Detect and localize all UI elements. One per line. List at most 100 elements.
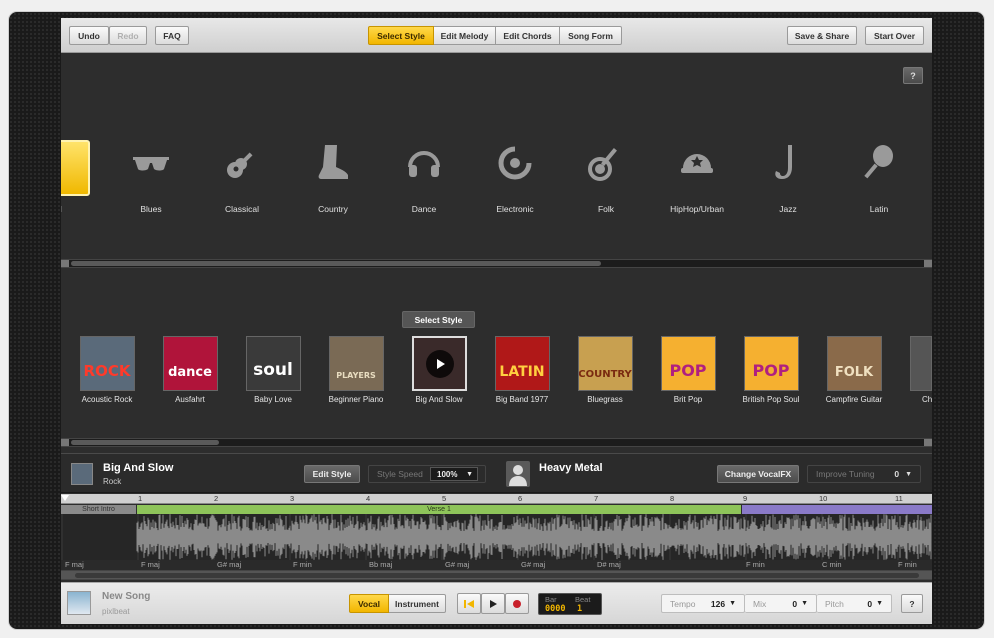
style-big-and-slow[interactable]: Big And Slow: [398, 336, 480, 404]
genre-selected-all[interactable]: [61, 140, 90, 196]
help-bottom-button[interactable]: ?: [901, 594, 923, 613]
genre-blues[interactable]: Blues: [111, 138, 191, 214]
style-beginner-piano[interactable]: PLAYERS Beginner Piano: [315, 336, 397, 404]
bar-number: 8: [670, 494, 675, 503]
genre-hiphop-urban[interactable]: HipHop/Urban: [657, 138, 737, 214]
play-button[interactable]: [481, 593, 505, 614]
current-style-thumbnail: [71, 463, 93, 485]
pitch-value: 0: [867, 598, 873, 609]
style-artwork: PLAYERS: [328, 336, 384, 391]
bar-number: 3: [290, 494, 295, 503]
tab-song-form[interactable]: Song Form: [560, 26, 622, 45]
style-british-pop-soul[interactable]: POP British Pop Soul: [730, 336, 812, 404]
rewind-button[interactable]: [457, 593, 481, 614]
song-sections: Short Intro Verse 1: [61, 505, 932, 514]
bar-number: 6: [518, 494, 523, 503]
scroll-left-arrow[interactable]: [61, 260, 69, 267]
scroll-right-arrow[interactable]: [924, 439, 932, 446]
style-label: Big And Slow: [415, 395, 463, 404]
style-big-band-1977[interactable]: LATIN Big Band 1977: [481, 336, 563, 404]
mix-field[interactable]: Mix 0 ▼: [745, 594, 817, 613]
style-bluegrass[interactable]: COUNTRY Bluegrass: [564, 336, 646, 404]
faq-button[interactable]: FAQ: [155, 26, 189, 45]
start-over-button[interactable]: Start Over: [865, 26, 924, 45]
chord-label: G# maj: [521, 560, 546, 569]
bar-number: 5: [442, 494, 447, 503]
style-ausfahrt[interactable]: dance Ausfahrt: [149, 336, 231, 404]
instrument-toggle[interactable]: Instrument: [389, 594, 446, 613]
tempo-field[interactable]: Tempo 126 ▼: [661, 594, 745, 613]
timeline-scrollbar[interactable]: [61, 570, 932, 580]
section-short-intro[interactable]: Short Intro: [61, 505, 136, 514]
scrollbar-thumb[interactable]: [75, 573, 919, 578]
style-scrollbar[interactable]: [61, 438, 932, 447]
genre-electronic[interactable]: Electronic: [475, 138, 555, 214]
style-label: Bluegrass: [587, 395, 623, 404]
scrollbar-thumb[interactable]: [71, 261, 601, 266]
style-label: Acoustic Rock: [81, 395, 133, 404]
style-brit-pop[interactable]: POP Brit Pop: [647, 336, 729, 404]
style-artwork: POP: [660, 336, 716, 391]
vocal-toggle[interactable]: Vocal: [349, 594, 389, 613]
tab-select-style[interactable]: Select Style: [368, 26, 434, 45]
maraca-icon: [839, 138, 919, 188]
style-label: Ch: [922, 395, 932, 404]
chord-track[interactable]: F maj F maj G# maj F min Bb maj G# maj G…: [61, 560, 932, 570]
help-button[interactable]: ?: [903, 67, 923, 84]
style-partial[interactable]: Ch: [896, 336, 932, 404]
tempo-value: 126: [710, 598, 726, 609]
improve-tuning-control[interactable]: Improve Tuning 0 ▼: [807, 465, 921, 483]
chord-label: F min: [898, 560, 917, 569]
save-share-button[interactable]: Save & Share: [787, 26, 857, 45]
current-style-bar: Big And Slow Rock Edit Style Style Speed…: [61, 453, 932, 493]
change-vocalfx-button[interactable]: Change VocalFX: [717, 465, 799, 483]
style-acoustic-rock[interactable]: ROCK Acoustic Rock: [66, 336, 148, 404]
vocal-waveform[interactable]: [61, 514, 932, 560]
select-style-tooltip[interactable]: Select Style: [402, 311, 475, 328]
scrollbar-thumb[interactable]: [71, 440, 219, 445]
timeline-ruler[interactable]: 1 2 3 4 5 6 7 8 9 10 11: [61, 494, 932, 504]
scroll-left-arrow[interactable]: [61, 439, 69, 446]
song-title[interactable]: New Song: [102, 591, 150, 602]
genre-latin[interactable]: Latin: [839, 138, 919, 214]
genre-country[interactable]: Country: [293, 138, 373, 214]
bar-label: Bar: [545, 595, 557, 604]
record-button[interactable]: [505, 593, 529, 614]
genre-folk[interactable]: Folk: [566, 138, 646, 214]
section-next[interactable]: [742, 505, 932, 514]
edit-style-button[interactable]: Edit Style: [304, 465, 360, 483]
redo-button[interactable]: Redo: [109, 26, 147, 45]
genre-classical[interactable]: Classical: [202, 138, 282, 214]
play-preview-icon[interactable]: [425, 350, 454, 378]
vinyl-icon: [475, 138, 555, 188]
style-baby-love[interactable]: soul Baby Love: [232, 336, 314, 404]
genre-label: Blues: [140, 204, 162, 214]
style-label: Big Band 1977: [495, 395, 549, 404]
playhead-marker[interactable]: [61, 495, 69, 501]
genre-scrollbar[interactable]: [61, 259, 932, 268]
rewind-icon: [464, 599, 474, 608]
section-verse-1[interactable]: Verse 1: [137, 505, 741, 514]
tab-edit-melody[interactable]: Edit Melody: [434, 26, 496, 45]
genre-dance[interactable]: Dance: [384, 138, 464, 214]
song-author: pixlbeat: [102, 607, 130, 616]
style-artwork: ROCK: [79, 336, 135, 391]
pitch-field[interactable]: Pitch 0 ▼: [817, 594, 892, 613]
style-speed-label: Style Speed: [377, 469, 423, 479]
chord-label: C min: [822, 560, 842, 569]
undo-button[interactable]: Undo: [69, 26, 109, 45]
genre-label-all: ll: [61, 204, 62, 214]
chord-label: D# maj: [597, 560, 621, 569]
style-artwork: FOLK: [826, 336, 882, 391]
chevron-down-icon: ▼: [905, 470, 912, 478]
style-label: Beginner Piano: [328, 395, 384, 404]
genre-jazz[interactable]: Jazz: [748, 138, 828, 214]
scroll-right-arrow[interactable]: [924, 260, 932, 267]
style-speed-select[interactable]: 100% ▼: [430, 467, 478, 481]
bar-number: 11: [895, 494, 903, 503]
tab-edit-chords[interactable]: Edit Chords: [496, 26, 560, 45]
play-icon: [490, 599, 497, 608]
chord-label: F maj: [141, 560, 160, 569]
style-campfire-guitar[interactable]: FOLK Campfire Guitar: [813, 336, 895, 404]
style-label: Brit Pop: [673, 395, 703, 404]
